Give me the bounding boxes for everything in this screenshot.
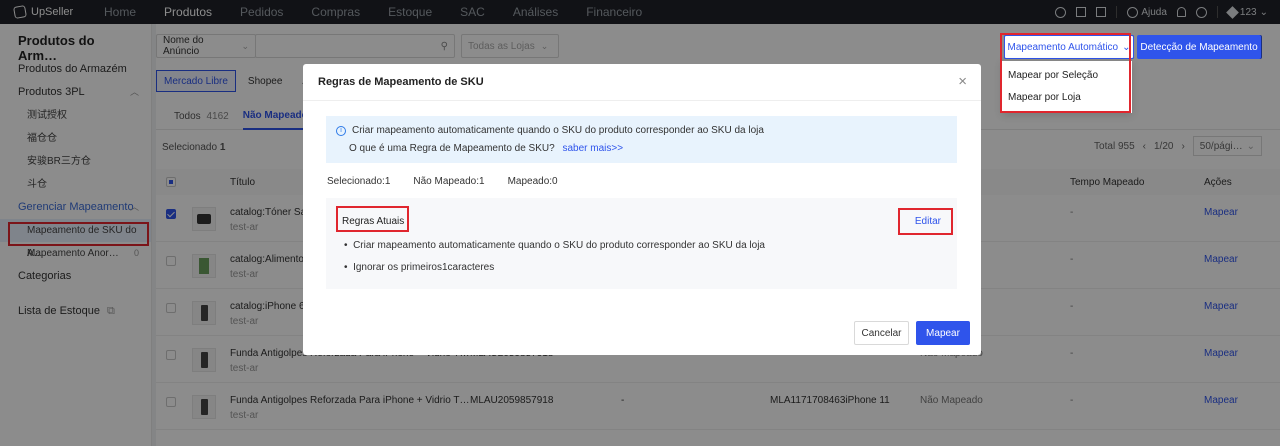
current-rules-panel: Regras Atuais Editar • Criar mapeamento … [326, 198, 957, 289]
info-text: Criar mapeamento automaticamente quando … [352, 125, 764, 136]
dialog-title: Regras de Mapeamento de SKU [318, 76, 484, 88]
rule-item: • Ignorar os primeiros1caracteres [344, 262, 494, 273]
cancel-button[interactable]: Cancelar [854, 321, 909, 345]
close-icon[interactable]: × [958, 73, 967, 90]
sku-mapping-rules-dialog: Regras de Mapeamento de SKU × i Criar ma… [303, 64, 981, 355]
edit-rules-link[interactable]: Editar [915, 216, 941, 227]
rule-item: • Criar mapeamento automaticamente quand… [344, 240, 765, 251]
rule-text: Criar mapeamento automaticamente quando … [353, 240, 765, 251]
info-question: O que é uma Regra de Mapeamento de SKU? [349, 143, 555, 154]
auto-mapping-button-open[interactable]: Mapeamento Automático ⌄ [1004, 35, 1134, 59]
stat-unmapped: Não Mapeado:1 [413, 176, 485, 187]
auto-mapping-label: Mapeamento Automático [1007, 41, 1119, 53]
menu-item-map-by-store[interactable]: Mapear por Loja [1002, 87, 1132, 109]
bullet-icon: • [344, 262, 354, 273]
map-button[interactable]: Mapear [916, 321, 970, 345]
rule-text: Ignorar os primeiros1caracteres [353, 262, 495, 273]
bullet-icon: • [344, 240, 354, 251]
detect-mapping-button-top[interactable]: Detecção de Mapeamento [1137, 35, 1261, 59]
mapping-stats: Selecionado:1 Não Mapeado:1 Mapeado:0 [327, 176, 558, 187]
dialog-divider [303, 100, 981, 101]
info-icon: i [336, 125, 346, 136]
stat-mapped: Mapeado:0 [507, 176, 558, 187]
chevron-down-icon: ⌄ [1122, 41, 1131, 53]
current-rules-title: Regras Atuais [342, 216, 405, 227]
learn-more-link[interactable]: saber mais>> [562, 143, 623, 154]
stat-selected: Selecionado:1 [327, 176, 391, 187]
info-banner: i Criar mapeamento automaticamente quand… [326, 116, 957, 163]
menu-item-map-by-selection[interactable]: Mapear por Seleção [1002, 65, 1132, 87]
auto-mapping-dropdown: Mapear por Seleção Mapear por Loja [1002, 61, 1132, 113]
